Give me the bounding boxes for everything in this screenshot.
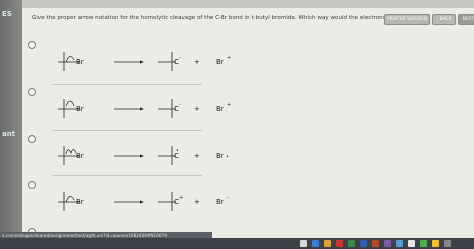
trash-icon[interactable]: [444, 240, 451, 247]
product-charge: +: [179, 195, 183, 201]
printer-version-button[interactable]: PRINTER VERSION: [384, 14, 430, 25]
messages-icon[interactable]: [420, 240, 427, 247]
word-icon[interactable]: [360, 240, 367, 247]
mail-icon[interactable]: [300, 240, 307, 247]
reactant-br-label: Br: [76, 198, 84, 206]
bromine-product: Br: [216, 58, 224, 66]
reactant-br-label: Br: [76, 58, 84, 66]
bromine-charge: +: [227, 55, 231, 61]
product-charge: -: [179, 102, 181, 108]
next-button[interactable]: NEXT ›: [458, 14, 474, 25]
plus-sign: +: [194, 198, 200, 206]
sidebar-label-mid: ant: [2, 130, 16, 138]
reactant-br-label: Br: [76, 105, 84, 113]
calendar-icon[interactable]: [408, 240, 415, 247]
back-button[interactable]: ‹ BACK: [432, 14, 456, 25]
browser-icon[interactable]: [312, 240, 319, 247]
bromine-charge: +: [227, 102, 231, 108]
answer-option-4[interactable]: Br C + + Br -: [28, 181, 448, 225]
option-radio[interactable]: [28, 181, 36, 189]
bromine-charge: -: [227, 195, 229, 201]
app-icon[interactable]: [336, 240, 343, 247]
bromine-product: Br: [216, 198, 224, 206]
option-divider: [52, 130, 202, 131]
product-charge: -: [179, 55, 181, 61]
bromine-product: Br: [216, 152, 224, 160]
folder-icon[interactable]: [324, 240, 331, 247]
bromine-product: Br: [216, 105, 224, 113]
reaction-diagram: Br C + + Br -: [58, 192, 229, 211]
sidebar-label-top: ES: [2, 10, 12, 18]
question-page: Give the proper arrow notation for the h…: [22, 8, 474, 240]
option-divider: [52, 175, 202, 176]
reaction-diagram: Br C - + Br +: [58, 52, 231, 71]
reaction-diagram: Br C - + Br +: [58, 99, 231, 118]
reaction-diagram: Br C • + Br •: [58, 146, 229, 165]
notes-icon[interactable]: [384, 240, 391, 247]
question-text: Give the proper arrow notation for the h…: [32, 15, 415, 21]
left-sidebar: ES ant: [0, 0, 22, 249]
option-radio[interactable]: [28, 88, 36, 96]
plus-sign: +: [194, 152, 200, 160]
photos-icon[interactable]: [432, 240, 439, 247]
option-radio[interactable]: [28, 135, 36, 143]
spreadsheet-icon[interactable]: [348, 240, 355, 247]
reactant-br-label: Br: [76, 152, 84, 160]
product-radical-dot: •: [176, 148, 179, 154]
presentation-icon[interactable]: [372, 240, 379, 247]
answer-option-1[interactable]: Br C - + Br +: [28, 41, 448, 85]
option-radio[interactable]: [28, 41, 36, 49]
plus-sign: +: [194, 105, 200, 113]
bromine-radical-dot: •: [226, 154, 229, 160]
settings-icon[interactable]: [396, 240, 403, 247]
answer-option-3[interactable]: Br C • + Br •: [28, 135, 448, 179]
plus-sign: +: [194, 58, 200, 66]
answer-option-2[interactable]: Br C - + Br +: [28, 88, 448, 132]
option-divider: [52, 84, 202, 85]
